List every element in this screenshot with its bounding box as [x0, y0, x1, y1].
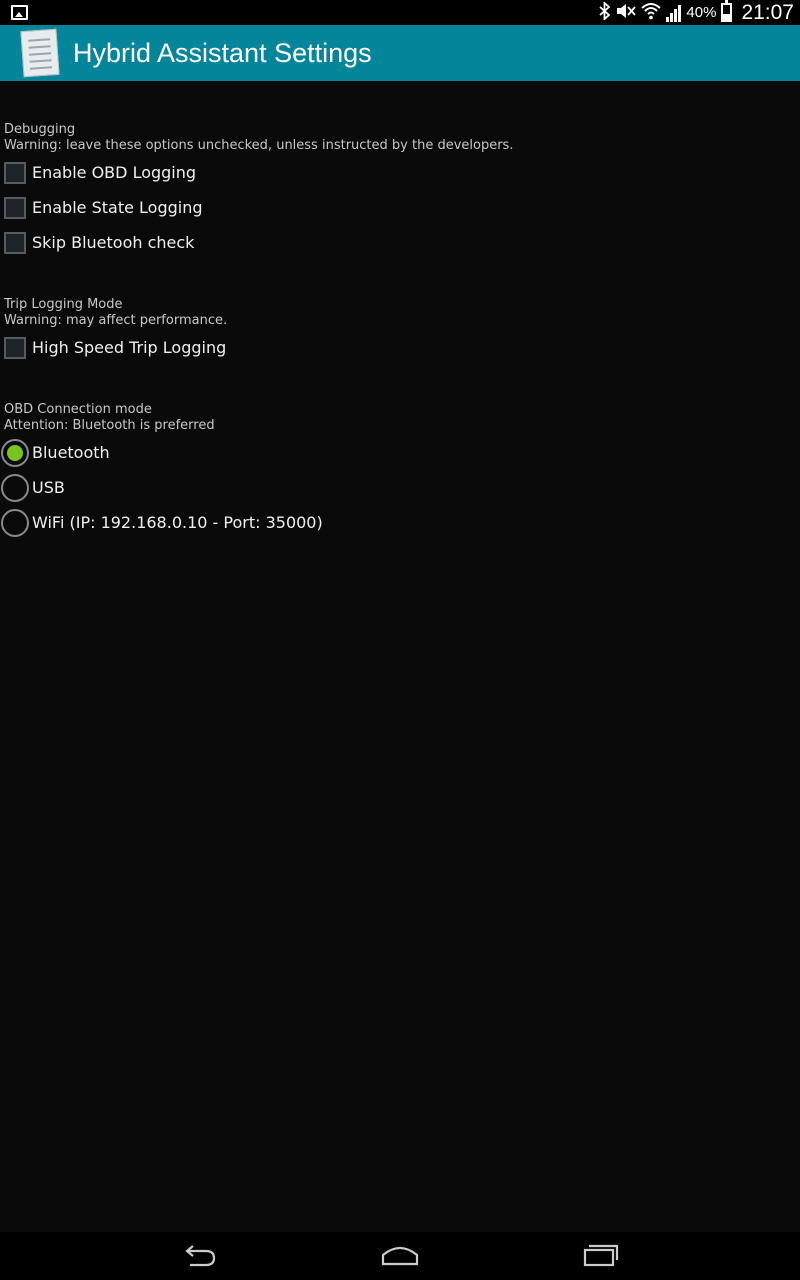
checkbox-box[interactable] [4, 231, 26, 254]
radio-label: WiFi (IP: 192.168.0.10 - Port: 35000) [32, 513, 323, 532]
image-icon [11, 5, 28, 20]
checkbox-label: Skip Bluetooh check [32, 233, 195, 252]
home-icon[interactable] [380, 1241, 420, 1271]
wifi-icon [641, 2, 662, 23]
checkbox-label: Enable State Logging [32, 198, 203, 217]
trip-logging-section-header: Trip Logging Mode Warning: may affect pe… [4, 297, 227, 329]
debugging-section-header: Debugging Warning: leave these options u… [4, 122, 513, 154]
checkbox-skip-bluetooth-check[interactable]: Skip Bluetooh check [4, 225, 194, 260]
radio-button[interactable] [1, 438, 29, 467]
radio-button[interactable] [1, 473, 29, 502]
navigation-bar [0, 1232, 800, 1280]
recent-apps-icon[interactable] [580, 1241, 620, 1271]
checkbox-box[interactable] [4, 196, 26, 219]
radio-label: Bluetooth [32, 443, 110, 462]
radio-label: USB [32, 478, 65, 497]
status-icons: 40% 21:07 [599, 0, 794, 25]
checkbox-box[interactable] [4, 161, 26, 184]
page-title: Hybrid Assistant Settings [73, 38, 372, 68]
radio-bluetooth[interactable]: Bluetooth [1, 435, 110, 470]
radio-wifi[interactable]: WiFi (IP: 192.168.0.10 - Port: 35000) [1, 505, 323, 540]
radio-button[interactable] [1, 508, 29, 537]
checkbox-enable-obd-logging[interactable]: Enable OBD Logging [4, 155, 196, 190]
bluetooth-icon [599, 0, 611, 23]
status-bar: 40% 21:07 [0, 0, 800, 25]
checkbox-label: Enable OBD Logging [32, 163, 197, 182]
obd-connection-attention: Attention: Bluetooth is preferred [4, 418, 215, 433]
signal-icon [666, 4, 682, 22]
checkbox-enable-state-logging[interactable]: Enable State Logging [4, 190, 203, 225]
battery-icon [721, 0, 733, 22]
section-title-debugging: Debugging [4, 122, 76, 137]
debugging-warning: Warning: leave these options unchecked, … [4, 138, 514, 153]
checkbox-box[interactable] [4, 336, 26, 359]
radio-usb[interactable]: USB [1, 470, 65, 505]
app-icon[interactable] [20, 28, 60, 78]
battery-percent: 40% [686, 4, 717, 21]
mute-icon [616, 3, 637, 22]
section-title-trip-logging: Trip Logging Mode [4, 297, 123, 312]
obd-connection-section-header: OBD Connection mode Attention: Bluetooth… [4, 402, 215, 434]
section-title-obd-connection: OBD Connection mode [4, 402, 152, 417]
trip-logging-warning: Warning: may affect performance. [4, 313, 228, 328]
checkbox-high-speed-trip-logging[interactable]: High Speed Trip Logging [4, 330, 226, 365]
back-icon[interactable] [180, 1241, 220, 1271]
action-bar: Hybrid Assistant Settings [0, 25, 800, 81]
status-time: 21:07 [741, 0, 794, 24]
checkbox-label: High Speed Trip Logging [32, 338, 227, 357]
